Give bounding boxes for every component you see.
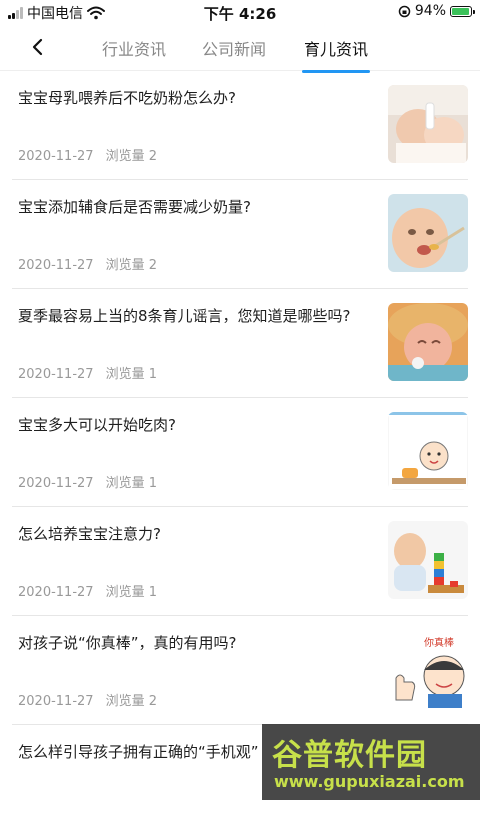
article-item[interactable]: 夏季最容易上当的8条育儿谣言，您知道是哪些吗? 2020-11-27 浏览量 1 — [12, 289, 468, 398]
thumbs-up-cartoon-thumbnail: 你真棒 — [388, 630, 468, 708]
article-meta: 2020-11-27 浏览量 1 — [18, 472, 157, 491]
article-item[interactable]: 对孩子说“你真棒”，真的有用吗? 2020-11-27 浏览量 2 你真棒 — [12, 616, 468, 725]
article-views: 浏览量 1 — [105, 585, 157, 600]
article-title: 宝宝添加辅食后是否需要减少奶量? — [18, 198, 251, 216]
tab-header: 行业资讯 公司新闻 育儿资讯 — [0, 24, 480, 73]
article-date: 2020-11-27 — [18, 476, 94, 491]
tab-company-news[interactable]: 公司新闻 — [200, 36, 268, 60]
article-item[interactable]: 怎么培养宝宝注意力? 2020-11-27 浏览量 1 — [12, 507, 468, 616]
article-meta: 2020-11-27 浏览量 2 — [18, 145, 157, 164]
article-meta: 2020-11-27 浏览量 2 — [18, 690, 157, 709]
article-list: 宝宝母乳喂养后不吃奶粉怎么办? 2020-11-27 浏览量 2 宝宝添加辅食后是… — [0, 71, 480, 833]
tab-label: 育儿资讯 — [303, 40, 368, 59]
article-title: 怎么培养宝宝注意力? — [18, 525, 161, 543]
article-title: 对孩子说“你真棒”，真的有用吗? — [18, 634, 237, 652]
tab-parenting-news[interactable]: 育儿资讯 — [302, 36, 370, 73]
status-bar: 中国电信 下午 4:26 94% — [0, 0, 480, 24]
article-item[interactable]: 宝宝添加辅食后是否需要减少奶量? 2020-11-27 浏览量 2 — [12, 180, 468, 289]
article-views: 浏览量 2 — [105, 149, 157, 164]
article-views: 浏览量 2 — [105, 258, 157, 273]
article-date: 2020-11-27 — [18, 585, 94, 600]
article-meta: 2020-11-27 浏览量 1 — [18, 581, 157, 600]
orientation-lock-icon — [398, 5, 411, 17]
battery-percent: 94% — [414, 3, 446, 19]
tab-label: 公司新闻 — [201, 40, 266, 59]
watermark-url: www.gupuxiazai.com — [274, 772, 465, 791]
article-title: 宝宝多大可以开始吃肉? — [18, 416, 176, 434]
battery-icon — [450, 5, 475, 17]
baby-hat-thumbnail — [388, 303, 468, 381]
baby-spoon-thumbnail — [388, 194, 468, 272]
article-date: 2020-11-27 — [18, 694, 94, 709]
watermark-title: 谷普软件园 — [272, 738, 427, 773]
article-views: 浏览量 2 — [105, 694, 157, 709]
article-views: 浏览量 1 — [105, 367, 157, 382]
article-title: 夏季最容易上当的8条育儿谣言，您知道是哪些吗? — [18, 307, 351, 325]
article-date: 2020-11-27 — [18, 149, 94, 164]
article-item[interactable]: 宝宝母乳喂养后不吃奶粉怎么办? 2020-11-27 浏览量 2 — [12, 71, 468, 180]
status-right: 94% — [398, 3, 475, 19]
baby-bottle-thumbnail — [388, 85, 468, 163]
article-date: 2020-11-27 — [18, 367, 94, 382]
article-meta: 2020-11-27 浏览量 2 — [18, 254, 157, 273]
article-date: 2020-11-27 — [18, 258, 94, 273]
article-item[interactable]: 宝宝多大可以开始吃肉? 2020-11-27 浏览量 1 — [12, 398, 468, 507]
site-watermark: 谷普软件园 www.gupuxiazai.com — [262, 724, 480, 800]
baby-blocks-thumbnail — [388, 521, 468, 599]
tab-label: 行业资讯 — [101, 40, 166, 59]
article-title: 宝宝母乳喂养后不吃奶粉怎么办? — [18, 89, 236, 107]
thumb-caption: 你真棒 — [424, 636, 454, 649]
back-arrow-icon[interactable] — [28, 36, 48, 58]
article-meta: 2020-11-27 浏览量 1 — [18, 363, 157, 382]
tab-industry-news[interactable]: 行业资讯 — [100, 36, 168, 60]
baby-cartoon-thumbnail — [388, 412, 468, 490]
article-views: 浏览量 1 — [105, 476, 157, 491]
